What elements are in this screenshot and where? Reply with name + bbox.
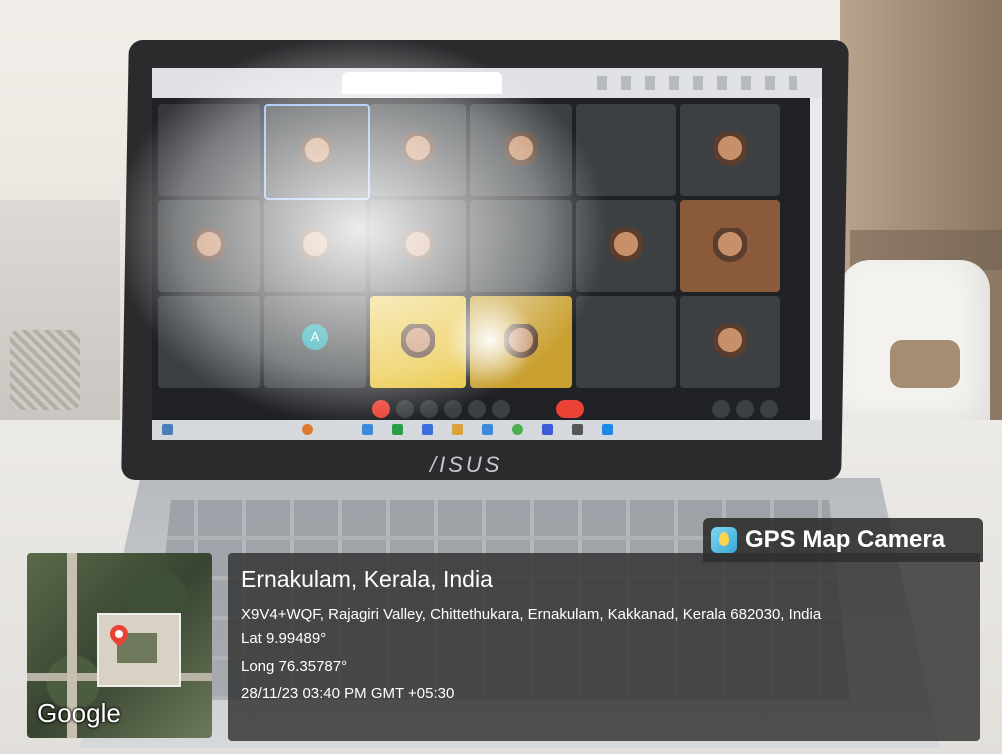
- laptop-brand-logo: /ISUS: [430, 452, 503, 477]
- participant-tile: A: [264, 296, 366, 388]
- present-button[interactable]: [468, 400, 486, 418]
- windows-taskbar: [152, 420, 822, 440]
- participant-tile: [158, 104, 260, 196]
- map-thumbnail: Google: [27, 553, 212, 738]
- latitude: Lat 9.99489°: [241, 630, 327, 647]
- captions-button[interactable]: [420, 400, 438, 418]
- participant-face: [298, 227, 332, 268]
- photo-scene: A /ISUS GPS Map Camera Google Ernakulam,…: [0, 0, 1002, 754]
- app-icon[interactable]: [482, 424, 493, 435]
- participant-tile: [576, 104, 676, 196]
- participant-avatar: A: [302, 323, 328, 350]
- participant-face: [300, 133, 334, 174]
- start-icon[interactable]: [162, 424, 173, 435]
- participant-tile: [370, 104, 466, 196]
- app-name: GPS Map Camera: [745, 526, 946, 553]
- side-panel-strip: [810, 98, 822, 420]
- call-controls-bar: [152, 398, 810, 420]
- participant-face: [401, 323, 435, 364]
- participant-tile: [680, 200, 780, 292]
- app-icon[interactable]: [302, 424, 313, 435]
- participant-tile: [158, 200, 260, 292]
- participant-tile: [576, 200, 676, 292]
- app-icon[interactable]: [362, 424, 373, 435]
- basket: [10, 330, 80, 410]
- participant-face: [401, 131, 435, 172]
- datetime: 28/11/23 03:40 PM GMT +05:30: [241, 685, 455, 702]
- participant-tile: [576, 296, 676, 388]
- longitude: Long 76.35787°: [241, 658, 348, 675]
- location-info-panel: Ernakulam, Kerala, India X9V4+WQF, Rajag…: [228, 553, 980, 741]
- chrome-icon[interactable]: [512, 424, 523, 435]
- participant-face: [504, 323, 538, 364]
- participant-face: [401, 227, 435, 268]
- participant-tile: [264, 200, 366, 292]
- participant-face: [609, 227, 643, 268]
- participant-face: [504, 131, 538, 172]
- app-icon[interactable]: [452, 424, 463, 435]
- participant-tile: [264, 104, 370, 200]
- participant-tile: [680, 296, 780, 388]
- participant-tile: [470, 296, 572, 388]
- participant-face: [713, 131, 747, 172]
- browser-tab: [342, 72, 502, 94]
- participant-tile: [470, 200, 572, 292]
- app-icon[interactable]: [392, 424, 403, 435]
- app-icon[interactable]: [542, 424, 553, 435]
- participant-face: [713, 227, 747, 268]
- people-button[interactable]: [736, 400, 754, 418]
- place-name: Ernakulam, Kerala, India: [241, 566, 493, 592]
- end-call-button[interactable]: [556, 400, 584, 418]
- participant-tile: [158, 296, 260, 388]
- info-button[interactable]: [712, 400, 730, 418]
- participant-tile: [370, 200, 466, 292]
- chat-button[interactable]: [760, 400, 778, 418]
- browser-extension-icons: [597, 76, 797, 90]
- chair-backrest-cutout: [890, 340, 960, 388]
- mic-button[interactable]: [372, 400, 390, 418]
- map-pin-app-icon: [711, 527, 737, 553]
- participant-tile: [680, 104, 780, 196]
- video-call-grid: A: [152, 98, 810, 398]
- laptop-screen: A: [152, 68, 822, 440]
- app-icon[interactable]: [422, 424, 433, 435]
- google-attribution: Google: [37, 698, 121, 728]
- browser-tab-bar: [152, 68, 822, 98]
- participant-face: [192, 227, 226, 268]
- app-icon[interactable]: [602, 424, 613, 435]
- participant-tile: [370, 296, 466, 388]
- address: X9V4+WQF, Rajagiri Valley, Chittethukara…: [241, 606, 822, 623]
- more-options-button[interactable]: [492, 400, 510, 418]
- participant-tile: [470, 104, 572, 196]
- raise-hand-button[interactable]: [444, 400, 462, 418]
- camera-button[interactable]: [396, 400, 414, 418]
- participant-face: [713, 323, 747, 364]
- app-icon[interactable]: [572, 424, 583, 435]
